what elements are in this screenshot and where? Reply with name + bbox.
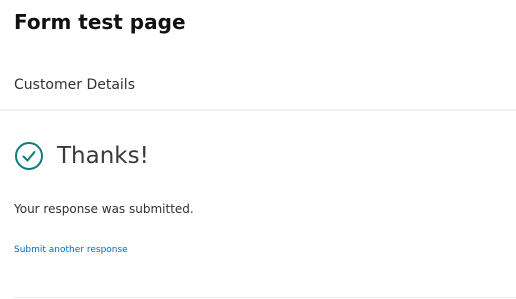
confirmation-header: Thanks! xyxy=(14,139,149,173)
section-title: Customer Details xyxy=(14,77,135,93)
bottom-divider xyxy=(14,297,516,298)
check-circle-icon xyxy=(14,141,44,171)
thanks-heading: Thanks! xyxy=(57,143,149,169)
confirmation-message: Your response was submitted. xyxy=(14,202,194,216)
page-title: Form test page xyxy=(14,10,186,34)
section-divider xyxy=(0,109,516,111)
submit-another-response-link[interactable]: Submit another response xyxy=(14,243,128,257)
